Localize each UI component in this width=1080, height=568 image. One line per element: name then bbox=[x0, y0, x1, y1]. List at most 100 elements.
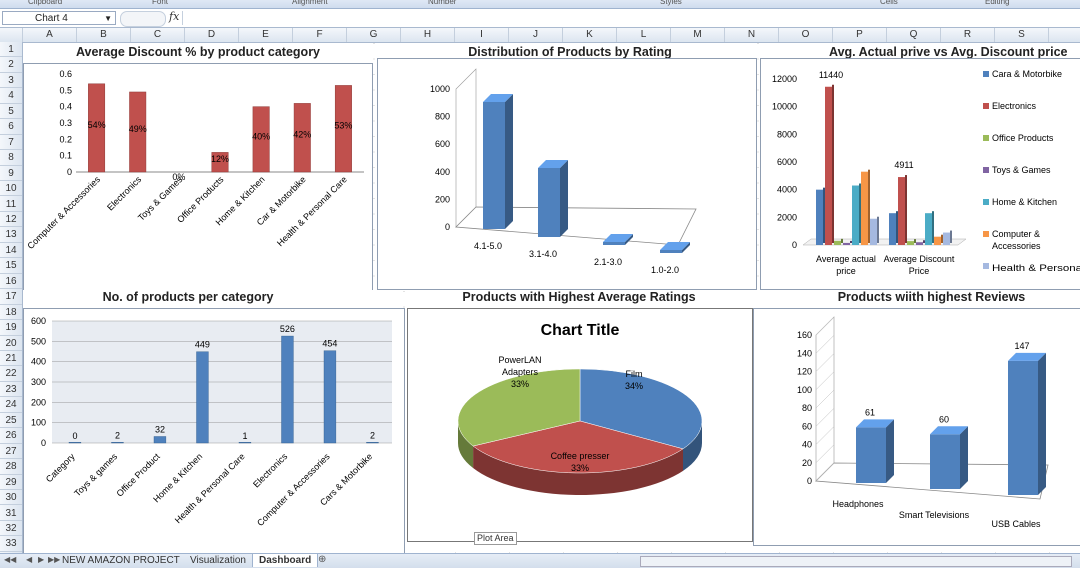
row-header[interactable]: 9 bbox=[0, 166, 22, 182]
sheet-tab-visualization[interactable]: Visualization bbox=[184, 554, 252, 567]
bar bbox=[856, 427, 886, 483]
row-header[interactable]: 28 bbox=[0, 459, 22, 475]
row-header[interactable]: 19 bbox=[0, 320, 22, 336]
column-header[interactable]: K bbox=[563, 28, 617, 42]
price-chart-panel[interactable]: Avg. Actual prive vs Avg. Discount price… bbox=[759, 43, 1080, 290]
row-header[interactable]: 17 bbox=[0, 289, 22, 305]
column-header[interactable]: D bbox=[185, 28, 239, 42]
bar bbox=[925, 213, 932, 245]
row-header[interactable]: 21 bbox=[0, 351, 22, 367]
sheet-tab-dashboard[interactable]: Dashboard bbox=[252, 554, 319, 567]
row-header[interactable]: 8 bbox=[0, 150, 22, 166]
row-header[interactable]: 6 bbox=[0, 119, 22, 135]
row-header[interactable]: 10 bbox=[0, 181, 22, 197]
select-all-corner[interactable] bbox=[0, 28, 23, 42]
row-header[interactable]: 20 bbox=[0, 336, 22, 351]
row-header[interactable]: 16 bbox=[0, 274, 22, 290]
column-header[interactable]: O bbox=[779, 28, 833, 42]
column-header[interactable]: N bbox=[725, 28, 779, 42]
x-tick-label: Office Product bbox=[115, 451, 163, 499]
bar-side bbox=[932, 211, 934, 243]
row-header[interactable]: 14 bbox=[0, 243, 22, 259]
column-header[interactable]: M bbox=[671, 28, 725, 42]
formula-input[interactable] bbox=[182, 11, 1078, 25]
row-header[interactable]: 31 bbox=[0, 506, 22, 521]
rating-chart-panel[interactable]: Distribution of Products by Rating 0 200 4… bbox=[375, 43, 757, 290]
row-header[interactable]: 24 bbox=[0, 397, 22, 413]
column-header[interactable]: L bbox=[617, 28, 671, 42]
discount-bar-chart[interactable]: 0 0.1 0.2 0.3 0.4 0.5 0.6 54% Computer & Accesso… bbox=[24, 64, 372, 290]
bar-side bbox=[950, 230, 952, 243]
sheet-tab-new-amazon-project[interactable]: NEW AMAZON PROJECT bbox=[56, 554, 186, 567]
row-header[interactable]: 11 bbox=[0, 197, 22, 212]
bar-side bbox=[905, 175, 907, 243]
next-sheet-icon[interactable]: ▶ bbox=[38, 555, 44, 564]
price-bar-chart[interactable]: 0 2000 4000 6000 8000 10000 12000 Average actua… bbox=[761, 59, 1080, 289]
row-header[interactable]: 23 bbox=[0, 382, 22, 398]
row-header[interactable]: 25 bbox=[0, 413, 22, 429]
chevron-down-icon[interactable]: ▼ bbox=[104, 12, 112, 26]
bar bbox=[483, 102, 505, 229]
column-header[interactable]: G bbox=[347, 28, 401, 42]
column-header[interactable]: F bbox=[293, 28, 347, 42]
bar bbox=[68, 441, 82, 444]
highest-reviews-panel[interactable]: Products wiith highest Reviews 0 20 40 60 80… bbox=[753, 290, 1080, 552]
column-header[interactable]: E bbox=[239, 28, 293, 42]
chart-area[interactable]: 0 200 400 600 800 1000 4.1-5.0 3.1-4.0 2.1-3.0 1.… bbox=[377, 58, 757, 290]
row-header[interactable]: 29 bbox=[0, 475, 22, 491]
column-header[interactable]: A bbox=[23, 28, 77, 42]
slice-pct: 33% bbox=[511, 379, 529, 389]
row-header[interactable]: 4 bbox=[0, 88, 22, 104]
row-header[interactable]: 7 bbox=[0, 135, 22, 151]
name-box[interactable]: Chart 4 ▼ bbox=[2, 11, 116, 25]
chart-area[interactable]: 0 20 40 60 80 100 120 140 160 61 Headphones 60 Smart… bbox=[753, 308, 1080, 546]
row-header[interactable]: 33 bbox=[0, 536, 22, 552]
row-header[interactable]: 1 bbox=[0, 42, 22, 58]
chart-area[interactable]: 0 2000 4000 6000 8000 10000 12000 Average actua… bbox=[760, 58, 1080, 290]
rating-bar-chart[interactable]: 0 200 400 600 800 1000 4.1-5.0 3.1-4.0 2.1-3.0 1.… bbox=[378, 59, 756, 289]
row-header[interactable]: 3 bbox=[0, 73, 22, 89]
column-header[interactable]: B bbox=[77, 28, 131, 42]
insert-sheet-icon[interactable]: ⊕ bbox=[318, 554, 326, 565]
side-wall bbox=[455, 68, 477, 228]
y-tick-label: 4000 bbox=[777, 185, 797, 195]
row-header[interactable]: 32 bbox=[0, 521, 22, 537]
row-header[interactable]: 2 bbox=[0, 57, 22, 73]
highest-ratings-panel[interactable]: Products with Highest Average Ratings Ch… bbox=[405, 290, 753, 552]
y-tick-label: 60 bbox=[802, 421, 812, 431]
row-header[interactable]: 12 bbox=[0, 212, 22, 228]
reviews-bar-chart[interactable]: 0 20 40 60 80 100 120 140 160 61 Headphones 60 Smart… bbox=[754, 309, 1080, 545]
function-icon[interactable]: fx bbox=[169, 10, 179, 23]
first-sheet-icon[interactable]: ◀◀ bbox=[4, 555, 16, 564]
row-header[interactable]: 5 bbox=[0, 104, 22, 120]
y-tick-label: 0 bbox=[445, 222, 450, 232]
row-header[interactable]: 18 bbox=[0, 305, 22, 321]
products-per-category-panel[interactable]: No. of products per category 0 100 200 300 4… bbox=[23, 290, 405, 554]
row-header[interactable]: 13 bbox=[0, 227, 22, 243]
data-label: 11440 bbox=[819, 70, 843, 80]
chart-area[interactable]: Chart Title Film 34% Coffee presser 33% Power… bbox=[407, 308, 753, 542]
category-count-bar-chart[interactable]: 0 100 200 300 400 500 600 0 Category 2 Toys & game… bbox=[24, 309, 404, 553]
column-header[interactable]: J bbox=[509, 28, 563, 42]
row-header[interactable]: 27 bbox=[0, 444, 22, 460]
chart-area[interactable]: 0 100 200 300 400 500 600 0 Category 2 Toys & game… bbox=[23, 308, 405, 554]
column-header[interactable]: H bbox=[401, 28, 455, 42]
discount-chart-panel[interactable]: Average Discount % by product category 0… bbox=[23, 43, 373, 291]
column-header[interactable]: C bbox=[131, 28, 185, 42]
bar bbox=[934, 236, 941, 245]
row-header[interactable]: 22 bbox=[0, 366, 22, 382]
chart-area[interactable]: 0 0.1 0.2 0.3 0.4 0.5 0.6 54% Computer & Accesso… bbox=[23, 63, 373, 291]
column-header[interactable]: S bbox=[995, 28, 1049, 42]
column-header[interactable]: Q bbox=[887, 28, 941, 42]
bar bbox=[852, 185, 859, 245]
column-header[interactable]: R bbox=[941, 28, 995, 42]
column-header[interactable]: I bbox=[455, 28, 509, 42]
horizontal-scrollbar[interactable] bbox=[640, 556, 1072, 567]
row-header[interactable]: 30 bbox=[0, 490, 22, 506]
prev-sheet-icon[interactable]: ◀ bbox=[26, 555, 32, 564]
ratings-pie-chart[interactable]: Chart Title Film 34% Coffee presser 33% Power… bbox=[408, 309, 752, 541]
row-header[interactable]: 15 bbox=[0, 258, 22, 274]
y-tick-label: 120 bbox=[797, 367, 812, 377]
row-header[interactable]: 26 bbox=[0, 428, 22, 444]
column-header[interactable]: P bbox=[833, 28, 887, 42]
